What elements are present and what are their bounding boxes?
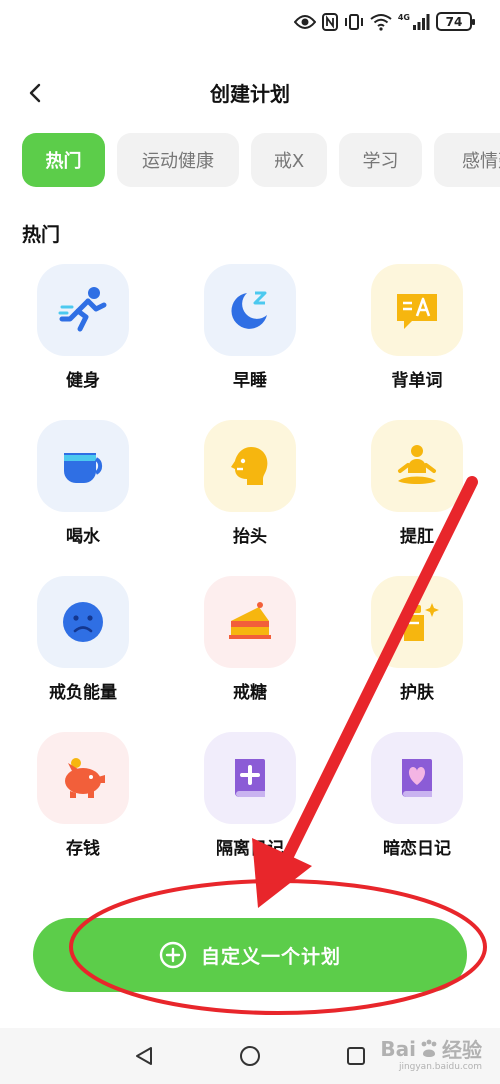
cake-icon xyxy=(229,602,271,639)
triangle-back-icon xyxy=(136,1047,152,1065)
nav-back-button[interactable] xyxy=(128,1040,160,1072)
meditation-icon xyxy=(398,445,436,484)
plan-item-skin-care[interactable]: 护肤 xyxy=(342,576,492,703)
tabs-track: 热门 运动健康 戒X 学习 感情建 xyxy=(22,133,500,187)
translate-card-icon xyxy=(397,294,437,329)
plan-tile xyxy=(371,732,463,824)
plan-tile xyxy=(371,264,463,356)
plan-label: 提肛 xyxy=(400,527,434,547)
page-title: 创建计划 xyxy=(210,82,290,106)
plan-item-quit-negativity[interactable]: 戒负能量 xyxy=(8,576,158,703)
plan-label: 抬头 xyxy=(233,527,267,547)
plan-item-save-money[interactable]: 存钱 xyxy=(8,732,158,859)
moon-sleep-icon xyxy=(231,291,267,329)
tab-relationship[interactable]: 感情建 xyxy=(434,133,500,187)
tab-label: 运动健康 xyxy=(142,151,214,172)
nav-home-button[interactable] xyxy=(234,1040,266,1072)
head-profile-icon xyxy=(231,447,268,485)
wifi-icon xyxy=(370,13,392,31)
eye-icon xyxy=(293,14,316,29)
plan-item-isolation-diary[interactable]: 隔离日记 xyxy=(175,732,325,859)
category-tabs: 热门 运动健康 戒X 学习 感情建 xyxy=(22,133,500,189)
plan-label: 暗恋日记 xyxy=(383,839,451,859)
status-bar: 4G 74 xyxy=(0,0,500,48)
plus-circle-icon xyxy=(159,941,187,969)
plan-tile xyxy=(204,576,296,668)
vibrate-icon xyxy=(344,13,363,30)
paw-logo-icon xyxy=(421,1039,437,1057)
plan-label: 护肤 xyxy=(400,683,434,703)
tab-label: 学习 xyxy=(362,151,399,172)
signal-icon xyxy=(413,13,430,30)
square-recents-icon xyxy=(347,1047,365,1065)
plan-item-head-up[interactable]: 抬头 xyxy=(175,420,325,547)
tab-label: 感情建 xyxy=(462,151,500,172)
plan-label: 喝水 xyxy=(66,527,100,547)
watermark-url: jingyan.baidu.com xyxy=(398,1062,482,1072)
plan-tile xyxy=(371,420,463,512)
plan-item-early-sleep[interactable]: 早睡 xyxy=(175,264,325,391)
custom-plan-button[interactable]: 自定义一个计划 xyxy=(33,918,467,992)
plan-tile xyxy=(204,264,296,356)
heart-book-icon xyxy=(402,759,432,797)
plan-tile xyxy=(37,264,129,356)
nav-recents-button[interactable] xyxy=(340,1040,372,1072)
watermark: Bai 经验 xyxy=(380,1034,482,1063)
battery-indicator: 74 xyxy=(436,12,475,31)
status-icons: 4G 74 xyxy=(293,12,475,31)
circle-home-icon xyxy=(240,1046,260,1066)
tab-study[interactable]: 学习 xyxy=(339,133,422,187)
plan-label: 存钱 xyxy=(66,839,100,859)
sad-face-icon xyxy=(63,602,103,642)
custom-plan-label: 自定义一个计划 xyxy=(200,945,341,968)
network-type: 4G xyxy=(397,13,410,22)
tab-sports-health[interactable]: 运动健康 xyxy=(117,133,239,187)
medical-book-icon xyxy=(235,759,265,797)
tab-label: 戒X xyxy=(273,151,305,172)
nfc-icon xyxy=(321,12,338,31)
piggy-bank-icon xyxy=(65,758,105,798)
plan-label: 戒负能量 xyxy=(49,683,117,703)
tab-hot[interactable]: 热门 xyxy=(22,133,105,187)
plan-tile xyxy=(37,420,129,512)
plan-tile xyxy=(204,732,296,824)
plan-tile xyxy=(204,420,296,512)
plan-item-quit-sugar[interactable]: 戒糖 xyxy=(175,576,325,703)
section-title: 热门 xyxy=(22,224,61,246)
cup-icon xyxy=(64,453,103,483)
plan-label: 背单词 xyxy=(391,371,443,391)
plan-label: 早睡 xyxy=(233,371,267,391)
plan-tile xyxy=(37,576,129,668)
watermark-brand-right: 经验 xyxy=(442,1038,482,1062)
plan-label: 戒糖 xyxy=(233,683,267,703)
tab-label: 热门 xyxy=(45,151,82,172)
lotion-bottle-icon xyxy=(404,603,439,641)
plan-item-drink-water[interactable]: 喝水 xyxy=(8,420,158,547)
plan-item-crush-diary[interactable]: 暗恋日记 xyxy=(342,732,492,859)
plan-tile xyxy=(371,576,463,668)
plan-tile xyxy=(37,732,129,824)
plan-label: 隔离日记 xyxy=(216,839,284,859)
watermark-brand-left: Bai xyxy=(380,1036,416,1061)
plan-label: 健身 xyxy=(66,371,100,391)
top-bar: 创建计划 xyxy=(0,68,500,118)
battery-level: 74 xyxy=(445,14,463,29)
plan-item-vocabulary[interactable]: 背单词 xyxy=(342,264,492,391)
plan-item-kegel[interactable]: 提肛 xyxy=(342,420,492,547)
tab-quit-x[interactable]: 戒X xyxy=(251,133,327,187)
plan-item-fitness[interactable]: 健身 xyxy=(8,264,158,391)
running-person-icon xyxy=(58,287,107,332)
